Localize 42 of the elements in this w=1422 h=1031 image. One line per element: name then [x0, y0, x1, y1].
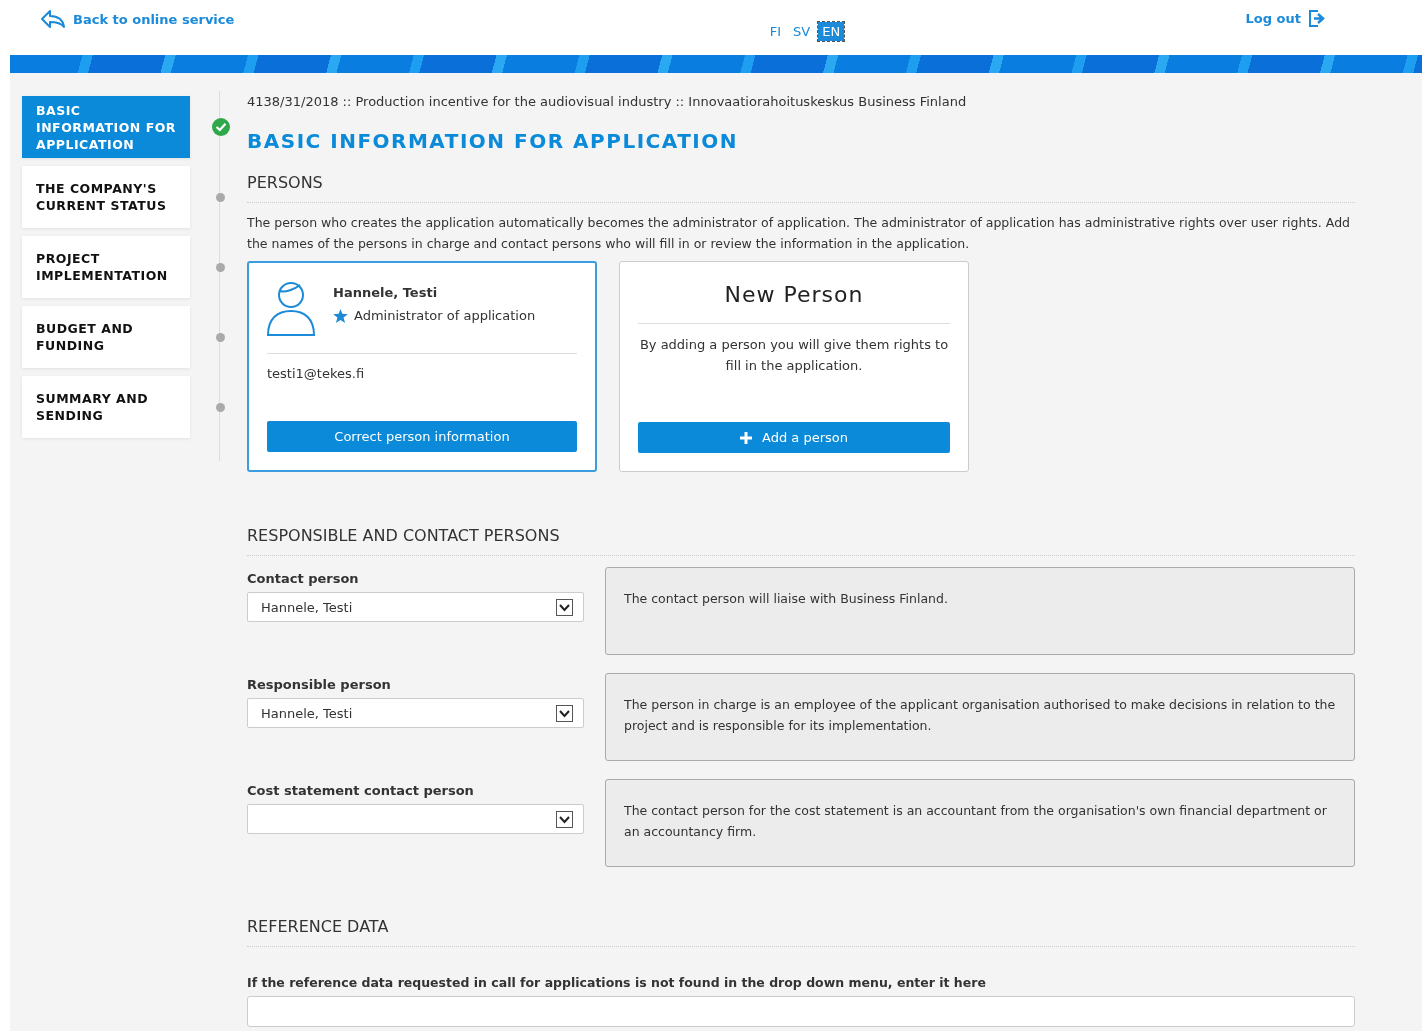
field-label: Responsible person [247, 677, 392, 692]
person-role: Administrator of application [354, 308, 536, 323]
plus-icon [740, 431, 752, 444]
section-heading: RESPONSIBLE AND CONTACT PERSONS [247, 526, 561, 545]
card-title: New Person [723, 282, 865, 307]
help-text: The person in charge is an employee of the applicant organisation authorised to make decisions in relation to the project and is responsible for its implementation. [605, 673, 1355, 761]
field-label: If the reference data requested in call for applications is not found in the drop down menu, enter it here [247, 975, 987, 990]
person-dropdown[interactable]: Hannele, Testi [247, 592, 584, 622]
field-label: Cost statement contact person [247, 783, 475, 798]
dropdown-icon [556, 598, 573, 616]
person-dropdown[interactable]: Hannele, Testi [247, 698, 584, 728]
person-name: Hannele, Testi [333, 285, 439, 300]
step-tab[interactable]: PROJECT IMPLEMENTATION [22, 236, 190, 298]
page-title: BASIC INFORMATION FOR APPLICATION [247, 129, 739, 153]
field-label: Contact person [247, 571, 360, 586]
help-text: The contact person will liaise with Business Finland. [605, 567, 1355, 655]
dropdown-icon [556, 704, 573, 722]
add-person-button[interactable]: Add a person [638, 422, 950, 453]
reference-input[interactable] [247, 996, 1355, 1027]
back-arrow-icon [40, 10, 66, 28]
step-tab[interactable]: THE COMPANY'S CURRENT STATUS [22, 166, 190, 228]
language-button[interactable]: EN [818, 22, 845, 41]
section-heading: REFERENCE DATA [247, 917, 390, 936]
step-tab[interactable]: SUMMARY AND SENDING [22, 376, 190, 438]
correct-person-button[interactable]: Correct person information [267, 421, 577, 452]
dropdown-icon [556, 810, 573, 828]
logout-link[interactable]: Log out [1245, 10, 1326, 27]
back-link[interactable]: Back to online service [40, 10, 235, 28]
star-icon [333, 308, 348, 323]
person-dropdown[interactable] [247, 804, 584, 834]
language-button[interactable]: FI [765, 22, 786, 41]
step-tab[interactable]: BUDGET AND FUNDING [22, 306, 190, 368]
person-icon [267, 281, 317, 337]
card-text: By adding a person you will give them rights to fill in the application. [638, 336, 950, 375]
step-tab[interactable]: BASIC INFORMATION FOR APPLICATION [22, 96, 190, 158]
logout-icon [1308, 10, 1326, 27]
breadcrumb: 4138/31/2018 :: Production incentive for the audiovisual industry :: Innovaatiorahoituskeskus Business Finland [247, 94, 968, 109]
help-text: The contact person for the cost statement is an accountant from the organisation's own financial department or an accountancy firm. [605, 779, 1355, 867]
intro-text: The person who creates the application automatically becomes the administrator of application. The administrator of application has administrative rights over user rights. Add the names of the persons in charge and contact persons who will fill in or review the information in the application. [247, 214, 1351, 253]
language-button[interactable]: SV [789, 22, 815, 41]
person-email: testi1@tekes.fi [267, 366, 366, 383]
section-heading: PERSONS [247, 173, 324, 192]
